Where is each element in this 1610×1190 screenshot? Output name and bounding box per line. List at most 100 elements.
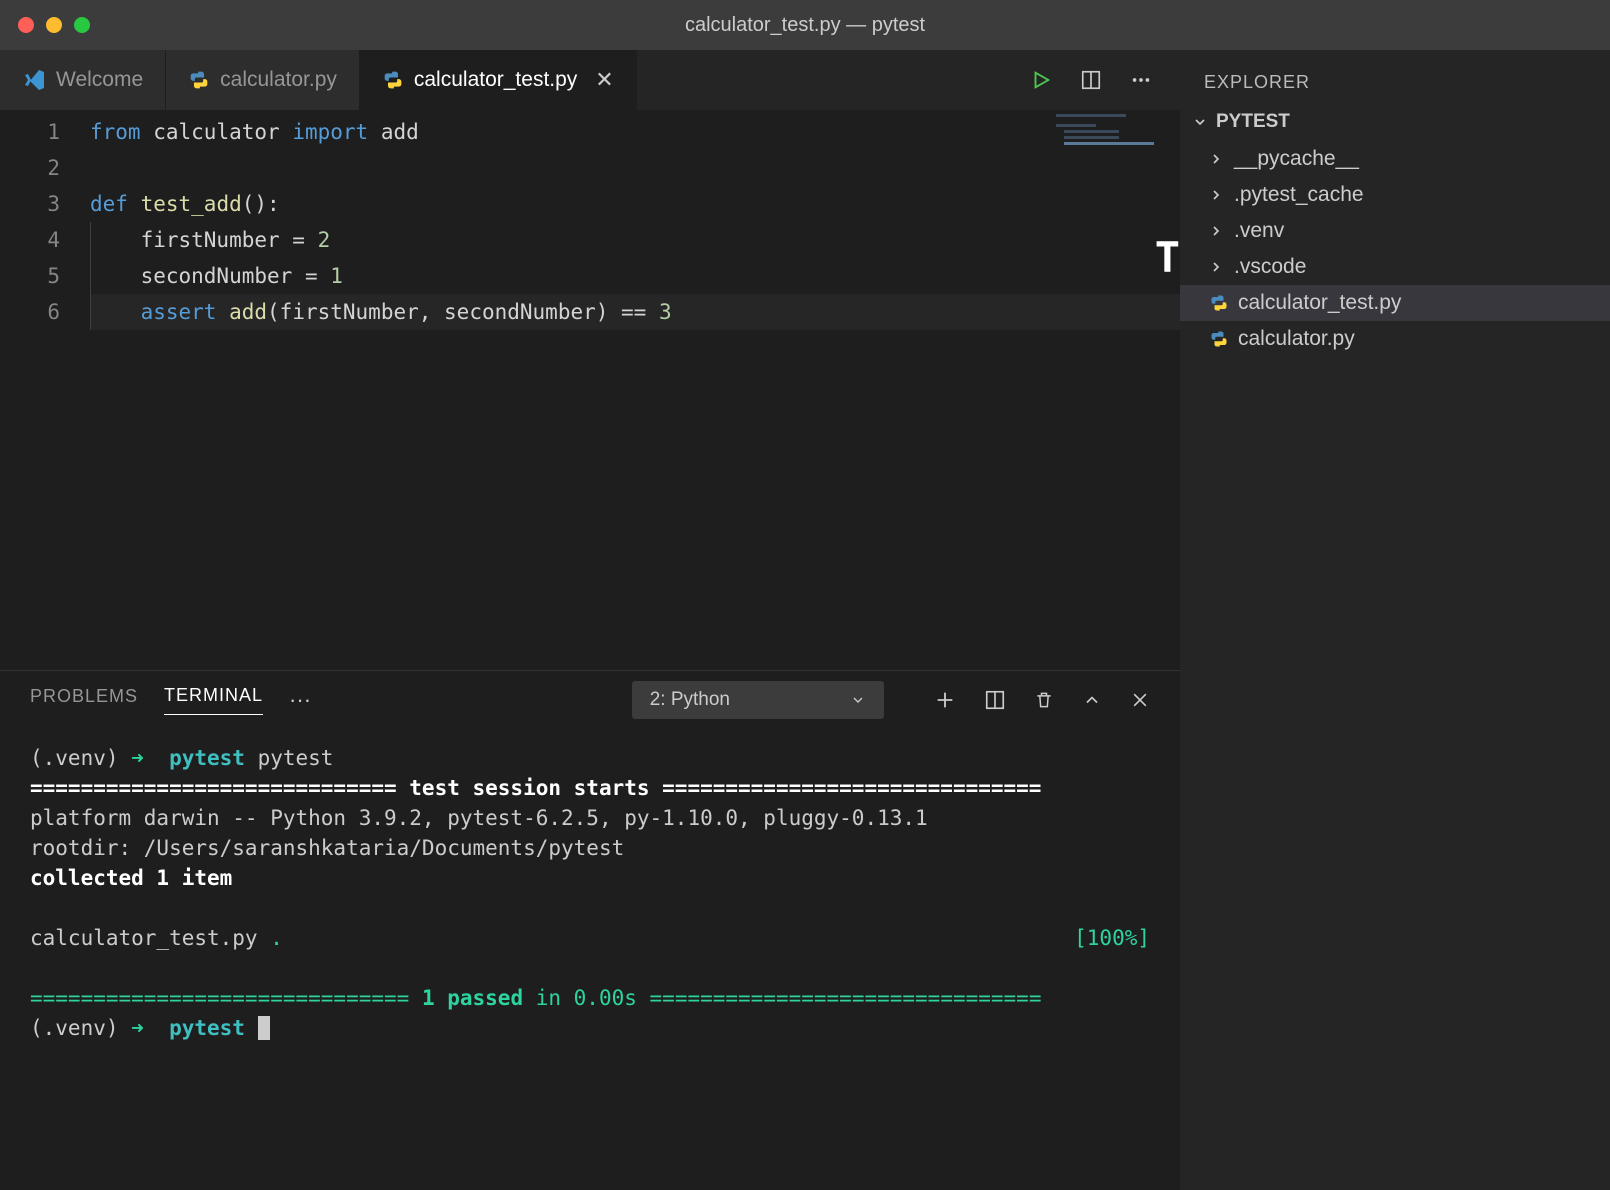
window-title: calculator_test.py — pytest (685, 14, 925, 37)
line-number: 6 (0, 294, 60, 330)
more-actions-button[interactable] (1130, 69, 1152, 91)
chevron-down-icon (850, 692, 866, 708)
code-token: firstNumber = (141, 228, 318, 252)
terminal-text: pytest (169, 746, 245, 770)
terminal-text: pytest (245, 746, 334, 770)
terminal-selector-label: 2: Python (650, 689, 730, 711)
chevron-right-icon (1208, 259, 1226, 275)
tree-item-label: __pycache__ (1234, 147, 1359, 171)
tree-file[interactable]: calculator.py (1180, 321, 1610, 357)
explorer-title: EXPLORER (1180, 50, 1610, 105)
terminal-text: rootdir: /Users/saranshkataria/Documents… (30, 836, 624, 860)
terminal-text: collected 1 item (30, 866, 232, 890)
split-editor-button[interactable] (1080, 69, 1102, 91)
terminal-text: platform darwin -- Python 3.9.2, pytest-… (30, 806, 928, 830)
terminal-text: calculator_test.py (30, 926, 270, 950)
tab-label: calculator_test.py (414, 68, 577, 92)
python-icon (382, 69, 404, 91)
code-token: from (90, 120, 141, 144)
close-window-button[interactable] (18, 17, 34, 33)
line-number: 5 (0, 258, 60, 294)
terminal-text: ➜ (131, 746, 169, 770)
tree-item-label: calculator.py (1238, 327, 1355, 351)
chevron-right-icon (1208, 223, 1226, 239)
file-tree: __pycache__ .pytest_cache .venv .vscode … (1180, 139, 1610, 357)
tab-calculator[interactable]: calculator.py (166, 50, 360, 110)
code-token: 1 (330, 264, 343, 288)
run-button[interactable] (1030, 69, 1052, 91)
editor-tabbar: Welcome calculator.py calculator_test.py… (0, 50, 1180, 110)
panel-tab-problems[interactable]: PROBLEMS (30, 686, 138, 715)
trash-icon[interactable] (1034, 689, 1054, 711)
explorer-root-label: PYTEST (1216, 111, 1290, 133)
close-icon[interactable]: ✕ (595, 67, 613, 93)
code-token: (): (242, 192, 280, 216)
code-token: (firstNumber, secondNumber) == (267, 300, 659, 324)
panel-tab-terminal[interactable]: TERMINAL (164, 685, 263, 715)
code-token: test_add (141, 192, 242, 216)
chevron-up-icon[interactable] (1082, 690, 1102, 710)
tree-item-label: .venv (1234, 219, 1284, 243)
tree-folder[interactable]: .pytest_cache (1180, 177, 1610, 213)
tree-folder[interactable]: .vscode (1180, 249, 1610, 285)
split-terminal-button[interactable] (984, 689, 1006, 711)
terminal-text: =============================== (637, 986, 1042, 1010)
titlebar: calculator_test.py — pytest (0, 0, 1610, 50)
vscode-icon (22, 68, 46, 92)
terminal-selector[interactable]: 2: Python (632, 681, 884, 719)
explorer-root[interactable]: PYTEST (1180, 105, 1610, 139)
tree-file[interactable]: calculator_test.py (1180, 285, 1610, 321)
new-terminal-button[interactable] (934, 689, 956, 711)
minimize-window-button[interactable] (46, 17, 62, 33)
tree-item-label: .vscode (1234, 255, 1306, 279)
chevron-down-icon (1192, 114, 1210, 130)
traffic-lights (0, 17, 90, 33)
terminal-text: . (270, 926, 283, 950)
code-token: secondNumber = (141, 264, 331, 288)
python-icon (1208, 292, 1230, 314)
terminal-output[interactable]: (.venv) ➜ pytest pytest ================… (0, 729, 1180, 1190)
panel-more-icon[interactable]: ··· (289, 687, 311, 713)
line-number: 1 (0, 114, 60, 150)
terminal-text: ============================= test sessi… (30, 776, 1041, 800)
minimap[interactable] (1050, 110, 1180, 210)
code-content[interactable]: from calculator import add def test_add(… (90, 110, 1180, 670)
overflow-char: T (1155, 240, 1180, 276)
explorer-sidebar: EXPLORER PYTEST __pycache__ .pytest_cach… (1180, 50, 1610, 1190)
line-number: 4 (0, 222, 60, 258)
terminal-text: ============================== (30, 986, 422, 1010)
line-number: 3 (0, 186, 60, 222)
maximize-window-button[interactable] (74, 17, 90, 33)
terminal-text: ➜ (131, 1016, 169, 1040)
chevron-right-icon (1208, 151, 1226, 167)
code-token: assert (141, 300, 217, 324)
code-token: import (292, 120, 368, 144)
line-number-gutter: 1 2 3 4 5 6 (0, 110, 90, 670)
code-token: calculator (153, 120, 279, 144)
tree-item-label: .pytest_cache (1234, 183, 1364, 207)
close-panel-button[interactable] (1130, 690, 1150, 710)
terminal-text: (.venv) (30, 1016, 131, 1040)
tree-item-label: calculator_test.py (1238, 291, 1401, 315)
terminal-cursor (258, 1016, 270, 1040)
terminal-text: pytest (169, 1016, 245, 1040)
code-token: 3 (659, 300, 672, 324)
line-number: 2 (0, 150, 60, 186)
code-token: def (90, 192, 128, 216)
terminal-text: in 0.00s (523, 986, 637, 1010)
tab-label: Welcome (56, 68, 143, 92)
python-icon (1208, 328, 1230, 350)
terminal-text: 1 passed (422, 986, 523, 1010)
panel-header: PROBLEMS TERMINAL ··· 2: Python (0, 671, 1180, 729)
tab-label: calculator.py (220, 68, 337, 92)
bottom-panel: PROBLEMS TERMINAL ··· 2: Python (.venv) … (0, 670, 1180, 1190)
editor-actions (1030, 50, 1180, 110)
code-token: add (229, 300, 267, 324)
tree-folder[interactable]: .venv (1180, 213, 1610, 249)
tab-welcome[interactable]: Welcome (0, 50, 166, 110)
terminal-text: (.venv) (30, 746, 131, 770)
tree-folder[interactable]: __pycache__ (1180, 141, 1610, 177)
code-editor[interactable]: 1 2 3 4 5 6 from calculator import add d… (0, 110, 1180, 670)
terminal-text: [100%] (1074, 923, 1150, 953)
tab-calculator-test[interactable]: calculator_test.py ✕ (360, 50, 637, 110)
